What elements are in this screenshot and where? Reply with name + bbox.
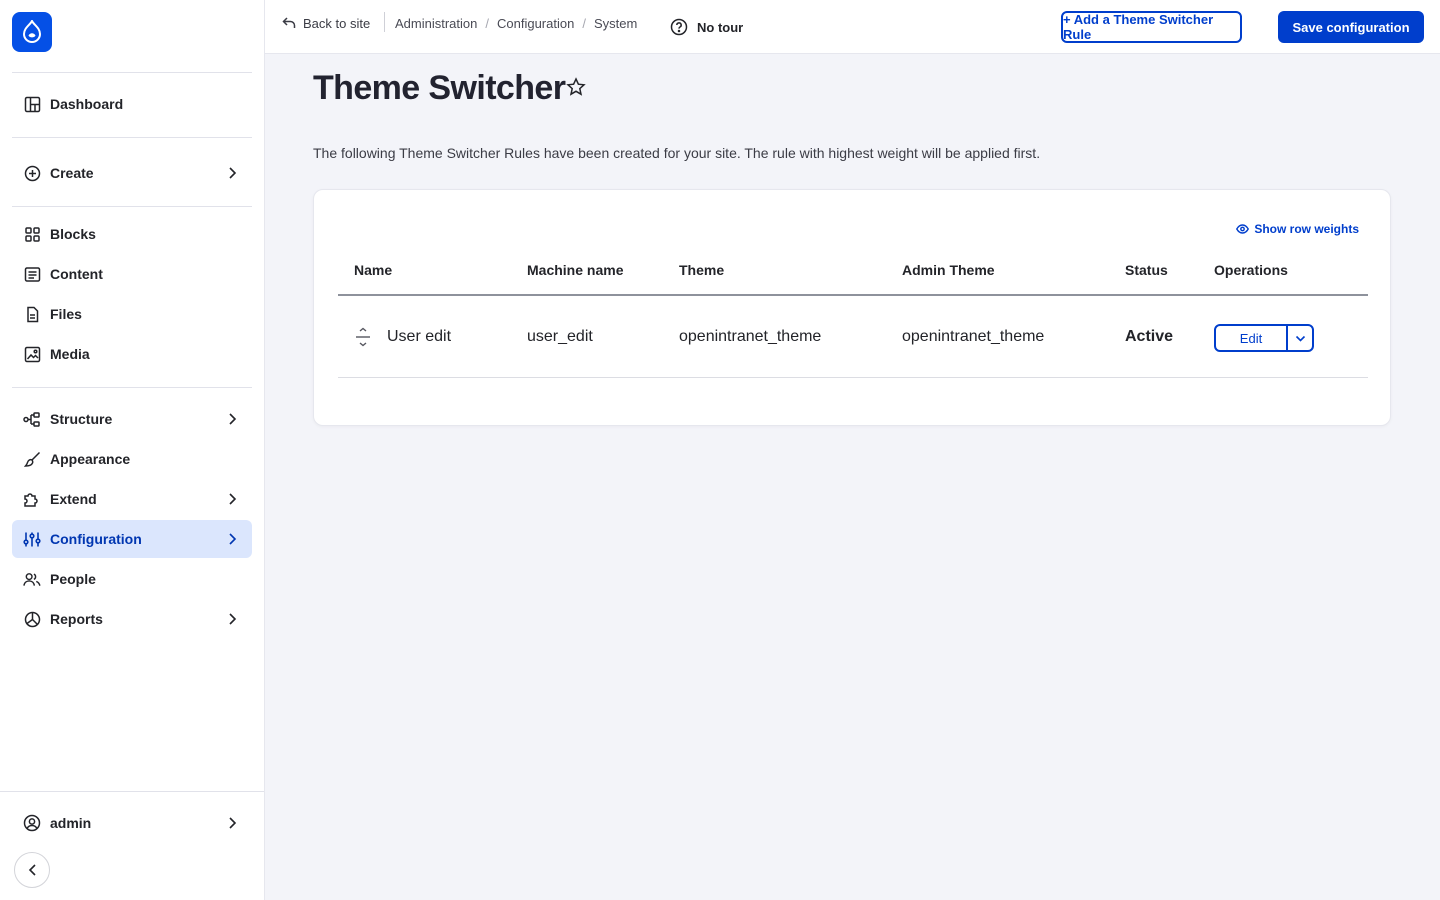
plus-circle-icon	[23, 164, 41, 182]
sidebar-item-label: Create	[50, 165, 94, 181]
breadcrumb-separator: /	[582, 15, 586, 31]
column-header-status: Status	[1125, 262, 1168, 278]
breadcrumb-system[interactable]: System	[594, 16, 637, 31]
back-to-site-link[interactable]: Back to site	[282, 13, 370, 33]
table-row: User edit user_edit openintranet_theme o…	[338, 296, 1368, 378]
sidebar-item-label: Media	[50, 346, 90, 362]
sidebar-divider	[12, 206, 252, 207]
show-row-weights-label: Show row weights	[1254, 222, 1359, 236]
chart-pie-icon	[23, 610, 41, 628]
brush-icon	[23, 450, 41, 468]
dashboard-icon	[23, 95, 41, 113]
save-configuration-button[interactable]: Save configuration	[1278, 11, 1424, 43]
top-bar: Back to site Administration / Configurat…	[265, 0, 1440, 54]
back-arrow-icon	[282, 17, 296, 28]
topbar-divider	[384, 12, 385, 32]
breadcrumb-separator: /	[485, 15, 489, 31]
star-icon[interactable]	[566, 77, 586, 97]
chevron-right-icon	[224, 411, 240, 427]
chevron-right-icon	[224, 165, 240, 181]
sidebar-item-label: Content	[50, 266, 103, 282]
sidebar-item-appearance[interactable]: Appearance	[12, 440, 252, 478]
breadcrumb-configuration[interactable]: Configuration	[497, 16, 574, 31]
sidebar-item-content[interactable]: Content	[12, 255, 252, 293]
content-icon	[23, 265, 41, 283]
eye-icon	[1236, 224, 1250, 234]
help-circle-icon	[670, 18, 688, 36]
chevron-left-icon	[28, 864, 36, 876]
collapse-sidebar-button[interactable]	[14, 852, 50, 888]
drag-handle-icon[interactable]	[354, 327, 372, 347]
sidebar-item-media[interactable]: Media	[12, 335, 252, 373]
sidebar-item-label: Configuration	[50, 531, 142, 547]
rules-table-card: Show row weights Name Machine name Theme…	[313, 189, 1391, 426]
cell-theme: openintranet_theme	[679, 327, 822, 345]
chevron-right-icon	[224, 491, 240, 507]
sidebar-item-label: People	[50, 571, 96, 587]
sidebar-divider	[12, 137, 252, 138]
sidebar-divider	[12, 72, 252, 73]
tour-label: No tour	[697, 19, 744, 35]
operations-toggle[interactable]	[1288, 326, 1312, 350]
edit-button[interactable]: Edit	[1216, 326, 1288, 350]
cell-admin-theme: openintranet_theme	[902, 327, 1045, 345]
structure-icon	[23, 410, 41, 428]
column-header-machine-name: Machine name	[527, 262, 624, 278]
sidebar-item-label: Dashboard	[50, 96, 124, 112]
column-header-theme: Theme	[679, 262, 725, 278]
sidebar-item-structure[interactable]: Structure	[12, 400, 252, 438]
user-circle-icon	[23, 814, 41, 832]
sidebar-divider	[0, 791, 264, 792]
tour-button[interactable]: No tour	[670, 17, 743, 37]
column-header-operations: Operations	[1214, 262, 1288, 278]
chevron-right-icon	[224, 611, 240, 627]
blocks-icon	[23, 225, 41, 243]
sidebar-item-people[interactable]: People	[12, 560, 252, 598]
status-badge: Active	[1125, 327, 1174, 345]
sidebar-item-extend[interactable]: Extend	[12, 480, 252, 518]
sidebar-item-label: Files	[50, 306, 82, 322]
add-theme-switcher-rule-button[interactable]: + Add a Theme Switcher Rule	[1061, 11, 1242, 43]
sidebar-divider	[12, 387, 252, 388]
breadcrumb-administration[interactable]: Administration	[395, 16, 477, 31]
people-icon	[23, 570, 41, 588]
table-header: Name Machine name Theme Admin Theme Stat…	[338, 246, 1368, 296]
sliders-icon	[23, 530, 41, 548]
sidebar-item-label: Extend	[50, 491, 97, 507]
sidebar-item-admin-user[interactable]: admin	[12, 804, 252, 842]
chevron-right-icon	[224, 531, 240, 547]
file-icon	[23, 305, 41, 323]
sidebar-item-label: Blocks	[50, 226, 96, 242]
media-icon	[23, 345, 41, 363]
sidebar-item-dashboard[interactable]: Dashboard	[12, 85, 252, 123]
chevron-down-icon	[1295, 335, 1305, 342]
sidebar-item-label: Reports	[50, 611, 103, 627]
back-to-site-label: Back to site	[303, 15, 371, 31]
sidebar-item-configuration[interactable]: Configuration	[12, 520, 252, 558]
sidebar-item-files[interactable]: Files	[12, 295, 252, 333]
puzzle-icon	[23, 490, 41, 508]
sidebar-item-reports[interactable]: Reports	[12, 600, 252, 638]
operations-dropbutton: Edit	[1214, 324, 1314, 352]
sidebar-item-create[interactable]: Create	[12, 154, 252, 192]
cell-machine-name: user_edit	[527, 327, 593, 345]
column-header-name: Name	[354, 262, 393, 278]
cell-name: User edit	[387, 327, 452, 345]
drupal-logo[interactable]	[12, 12, 52, 52]
show-row-weights-link[interactable]: Show row weights	[1236, 222, 1359, 236]
sidebar-item-label: Structure	[50, 411, 113, 427]
drupal-drop-icon	[22, 20, 42, 43]
page-title: Theme Switcher	[313, 69, 566, 107]
sidebar: Dashboard Create Blocks Content Files Me…	[0, 0, 265, 900]
page-description: The following Theme Switcher Rules have …	[313, 145, 1041, 161]
breadcrumb: Administration / Configuration / System	[395, 13, 637, 33]
sidebar-item-label: Appearance	[50, 451, 131, 467]
chevron-right-icon	[224, 815, 240, 831]
column-header-admin-theme: Admin Theme	[902, 262, 995, 278]
user-name: admin	[50, 815, 92, 831]
sidebar-item-blocks[interactable]: Blocks	[12, 215, 252, 253]
